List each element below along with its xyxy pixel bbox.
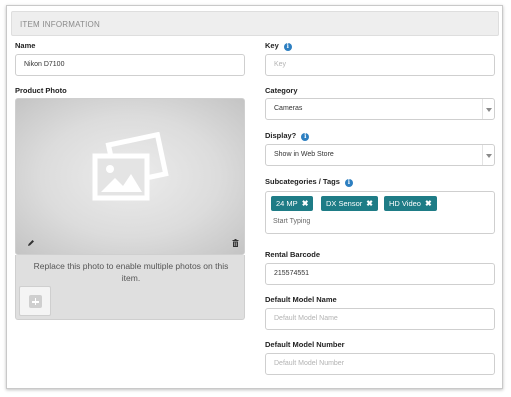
display-label: Display? i: [265, 131, 310, 141]
remove-tag-icon[interactable]: ✖: [366, 199, 373, 208]
trash-icon[interactable]: [232, 239, 239, 247]
display-label-text: Display?: [265, 131, 297, 140]
photo-icon: [92, 132, 169, 201]
default-model-number-input[interactable]: Default Model Number: [265, 353, 495, 375]
remove-tag-icon[interactable]: ✖: [302, 199, 309, 208]
plus-icon: [29, 295, 42, 308]
replace-photo-area: Replace this photo to enable multiple ph…: [15, 255, 245, 320]
key-input[interactable]: Key: [265, 54, 495, 76]
rental-barcode-label: Rental Barcode: [265, 250, 321, 259]
product-photo-label: Product Photo: [15, 86, 67, 95]
default-model-number-label: Default Model Number: [265, 340, 345, 349]
add-photo-button[interactable]: [19, 286, 51, 316]
chevron-down-icon: [482, 145, 494, 165]
info-icon[interactable]: i: [344, 179, 353, 187]
item-information-panel: ITEM INFORMATION Name Nikon D7100 Produc…: [6, 5, 503, 389]
section-title: ITEM INFORMATION: [20, 20, 100, 29]
info-icon[interactable]: i: [283, 43, 292, 51]
product-photo[interactable]: [15, 98, 245, 255]
tags-input-box[interactable]: 24 MP ✖ DX Sensor ✖ HD Video ✖ Start Typing: [265, 191, 495, 234]
category-label: Category: [265, 86, 298, 95]
subcategories-label-text: Subcategories / Tags: [265, 177, 340, 186]
chevron-down-icon: [482, 99, 494, 119]
tag-24-mp: 24 MP ✖: [271, 196, 314, 211]
display-selected-value: Show in Web Store: [274, 151, 334, 158]
tags-text-input[interactable]: Start Typing: [273, 218, 310, 225]
default-model-name-label: Default Model Name: [265, 295, 337, 304]
default-model-name-input[interactable]: Default Model Name: [265, 308, 495, 330]
tag-label: HD Video: [389, 199, 421, 208]
tag-dx-sensor: DX Sensor ✖: [321, 196, 378, 211]
key-label: Key i: [265, 41, 292, 51]
section-header: ITEM INFORMATION: [11, 11, 499, 36]
name-input[interactable]: Nikon D7100: [15, 54, 245, 76]
tag-label: 24 MP: [276, 199, 298, 208]
tag-label: DX Sensor: [326, 199, 363, 208]
category-select[interactable]: Cameras: [265, 98, 495, 120]
name-label: Name: [15, 41, 36, 50]
category-selected-value: Cameras: [274, 105, 303, 112]
key-label-text: Key: [265, 41, 279, 50]
info-icon[interactable]: i: [301, 133, 310, 141]
replace-photo-text: Replace this photo to enable multiple ph…: [33, 261, 229, 283]
display-select[interactable]: Show in Web Store: [265, 144, 495, 166]
tag-hd-video: HD Video ✖: [384, 196, 437, 211]
subcategories-label: Subcategories / Tags i: [265, 177, 353, 187]
remove-tag-icon[interactable]: ✖: [425, 199, 432, 208]
pencil-icon[interactable]: [27, 239, 35, 247]
rental-barcode-input[interactable]: 215574551: [265, 263, 495, 285]
